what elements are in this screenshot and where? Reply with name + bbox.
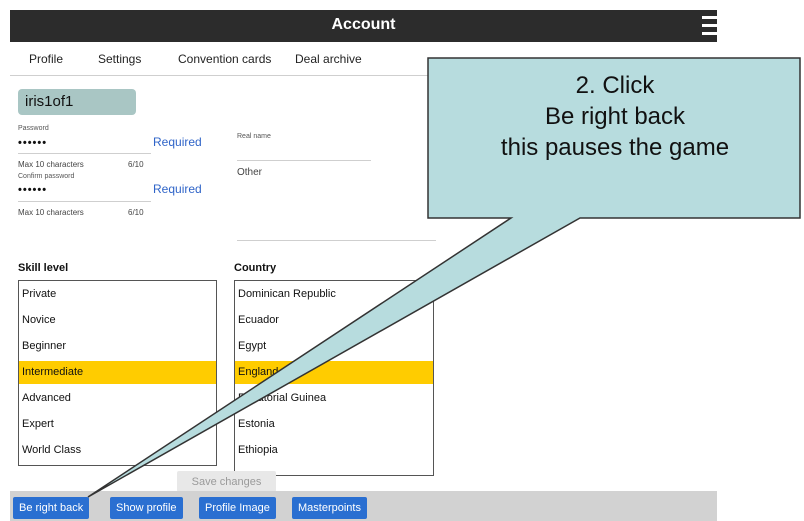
page-title: Account — [331, 16, 396, 33]
realname-label: Real name — [237, 133, 271, 140]
be-right-back-button[interactable]: Be right back — [13, 497, 90, 519]
callout-line-note: this pauses the game — [500, 134, 730, 161]
skill-item-private[interactable]: Private — [19, 283, 216, 306]
realname-underline[interactable] — [237, 160, 371, 161]
menu-icon[interactable] — [702, 16, 717, 36]
password-label: Password — [18, 125, 49, 132]
skill-item-expert[interactable]: Expert — [19, 413, 216, 436]
country-item-ethiopia[interactable]: Ethiopia — [235, 439, 433, 462]
callout-line-step: 2. Click — [575, 72, 655, 99]
country-list[interactable]: Dominican Republic Ecuador Egypt England… — [234, 280, 434, 476]
profile-image-button[interactable]: Profile Image — [199, 497, 276, 519]
masterpoints-button[interactable]: Masterpoints — [292, 497, 367, 519]
skill-item-novice[interactable]: Novice — [19, 309, 216, 332]
bottom-toolbar: Be right back Show profile Profile Image… — [10, 491, 717, 521]
country-item-estonia[interactable]: Estonia — [235, 413, 433, 436]
username-field[interactable]: iris1of1 — [18, 89, 136, 115]
confirm-hint: Max 10 characters — [18, 208, 84, 217]
country-item-england[interactable]: England — [235, 361, 433, 384]
skill-level-list[interactable]: Private Novice Beginner Intermediate Adv… — [18, 280, 217, 466]
confirm-password-required: Required — [153, 182, 202, 196]
country-label: Country — [234, 262, 277, 274]
other-label: Other — [237, 167, 263, 178]
skill-item-world-class[interactable]: World Class — [19, 439, 216, 462]
confirm-password-label: Confirm password — [18, 173, 75, 180]
password-input[interactable]: •••••• — [18, 137, 47, 149]
country-item-dominican-republic[interactable]: Dominican Republic — [235, 283, 433, 306]
password-hint: Max 10 characters — [18, 160, 84, 169]
confirm-password-input[interactable]: •••••• — [18, 184, 47, 196]
callout-text: 2. Click Be right back this pauses the g… — [430, 70, 800, 163]
skill-item-intermediate[interactable]: Intermediate — [19, 361, 216, 384]
tab-settings[interactable]: Settings — [98, 52, 141, 66]
tab-deal-archive[interactable]: Deal archive — [295, 52, 362, 66]
callout-line-action: Be right back — [544, 103, 686, 130]
password-count: 6/10 — [128, 160, 144, 169]
country-item-equatorial-guinea[interactable]: Equatorial Guinea — [235, 387, 433, 410]
password-required: Required — [153, 135, 202, 149]
other-underline[interactable] — [237, 240, 436, 241]
title-bar: Account — [10, 10, 717, 42]
skill-item-beginner[interactable]: Beginner — [19, 335, 216, 358]
confirm-underline — [18, 201, 151, 202]
save-changes-button[interactable]: Save changes — [177, 471, 276, 492]
show-profile-button[interactable]: Show profile — [110, 497, 183, 519]
password-underline — [18, 153, 151, 154]
country-item-ecuador[interactable]: Ecuador — [235, 309, 433, 332]
country-item-egypt[interactable]: Egypt — [235, 335, 433, 358]
skill-level-label: Skill level — [18, 262, 69, 274]
confirm-count: 6/10 — [128, 208, 144, 217]
skill-item-advanced[interactable]: Advanced — [19, 387, 216, 410]
tab-convention-cards[interactable]: Convention cards — [178, 52, 271, 66]
tab-profile[interactable]: Profile — [29, 52, 63, 66]
